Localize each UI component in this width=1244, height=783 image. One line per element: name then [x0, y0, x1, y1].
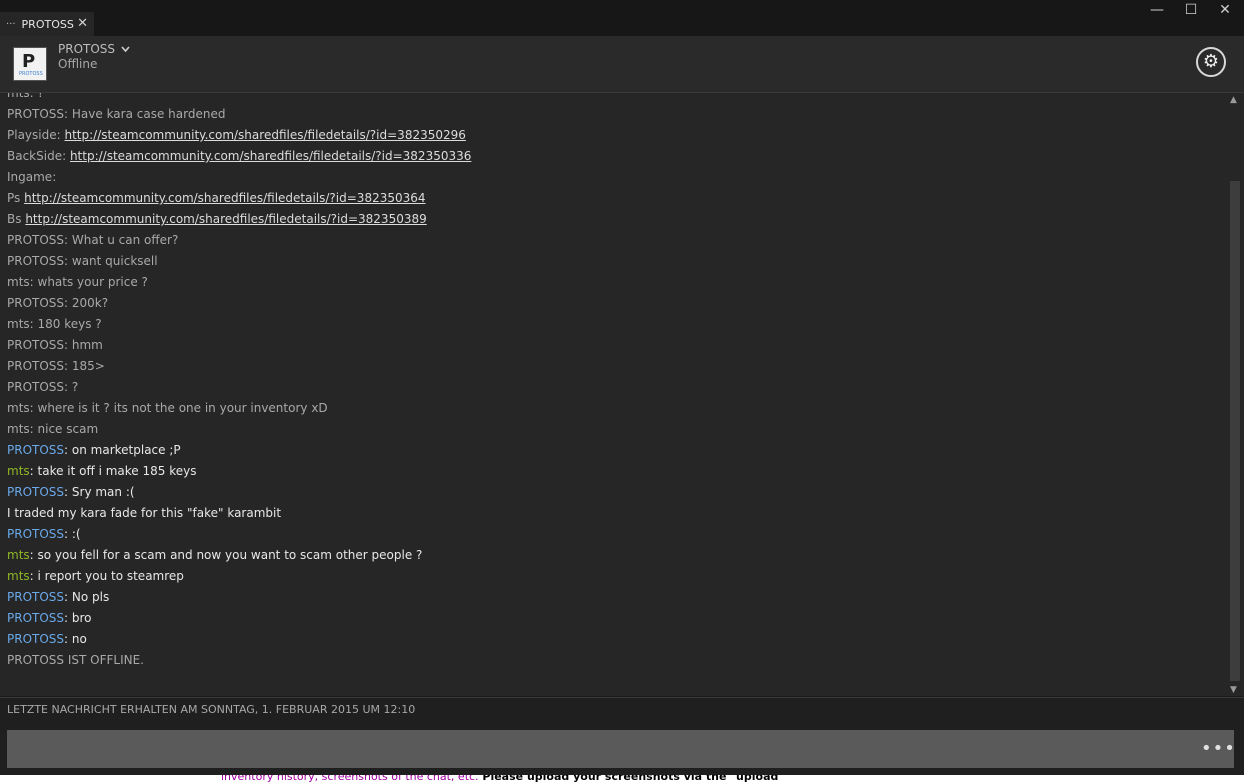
- avatar-logo-glyph: P: [22, 51, 36, 72]
- message-text: mts: ?: [7, 93, 44, 100]
- message-text: mts: whats your price ?: [7, 275, 148, 289]
- message-text: PROTOSS: want quicksell: [7, 254, 158, 268]
- message-text: : on marketplace ;P: [64, 443, 181, 457]
- chat-message: mts: where is it ? its not the one in yo…: [7, 398, 328, 419]
- chat-tab[interactable]: ··· PROTOSS ✕: [0, 12, 94, 36]
- background-page-peek: inventory history, screenshots of the ch…: [0, 775, 1244, 783]
- message-text: PROTOSS: Have kara case hardened: [7, 107, 226, 121]
- last-message-text: LETZTE NACHRICHT ERHALTEN AM SONNTAG, 1.…: [7, 703, 416, 716]
- chat-log[interactable]: mts: ? PROTOSS: Have kara case hardened Pl…: [0, 93, 1228, 696]
- tab-grip-icon[interactable]: ···: [6, 19, 16, 30]
- message-text: Bs: [7, 212, 26, 226]
- sender-name[interactable]: mts: [7, 464, 30, 478]
- chat-message: PROTOSS: 185>: [7, 356, 105, 377]
- chat-message: BackSide: http://steamcommunity.com/shar…: [7, 146, 471, 167]
- sender-name[interactable]: PROTOSS: [7, 590, 64, 604]
- title-bar: ··· PROTOSS ✕ — ☐ ✕: [0, 0, 1244, 36]
- chat-message: PROTOSS: 200k?: [7, 293, 108, 314]
- maximize-button[interactable]: ☐: [1180, 2, 1202, 18]
- chat-message: PROTOSS: ?: [7, 377, 78, 398]
- sender-name[interactable]: PROTOSS: [7, 632, 64, 646]
- message-link[interactable]: http://steamcommunity.com/sharedfiles/fi…: [70, 149, 471, 163]
- chat-message: Playside: http://steamcommunity.com/shar…: [7, 125, 466, 146]
- message-text: PROTOSS: hmm: [7, 338, 103, 352]
- chat-message: mts: so you fell for a scam and now you …: [7, 545, 422, 566]
- message-link[interactable]: http://steamcommunity.com/sharedfiles/fi…: [24, 191, 425, 205]
- sender-name[interactable]: mts: [7, 569, 30, 583]
- message-text: : Sry man :(: [64, 485, 135, 499]
- friend-status: Offline: [58, 57, 98, 71]
- message-text: PROTOSS: What u can offer?: [7, 233, 179, 247]
- chat-message: PROTOSS: on marketplace ;P: [7, 440, 181, 461]
- chat-message: mts: take it off i make 185 keys: [7, 461, 196, 482]
- message-text: : :(: [64, 527, 81, 541]
- chat-message: Bs http://steamcommunity.com/sharedfiles…: [7, 209, 427, 230]
- avatar[interactable]: P PROTOSS: [13, 47, 47, 81]
- avatar-logo-text: PROTOSS: [19, 71, 43, 77]
- chat-message: Ingame:: [7, 167, 56, 188]
- background-text-2: Please upload your screenshots via the "…: [478, 775, 779, 783]
- friend-header: P PROTOSS PROTOSS Offline ⚙: [0, 36, 1244, 93]
- chevron-down-icon: [121, 46, 130, 53]
- chat-message: mts: i report you to steamrep: [7, 566, 184, 587]
- message-text: BackSide:: [7, 149, 70, 163]
- chat-message: PROTOSS: want quicksell: [7, 251, 158, 272]
- chat-message: PROTOSS: :(: [7, 524, 81, 545]
- chat-message: PROTOSS: no: [7, 629, 87, 650]
- chat-message: mts: 180 keys ?: [7, 314, 102, 335]
- sender-name[interactable]: PROTOSS: [7, 485, 64, 499]
- tab-close-icon[interactable]: ✕: [77, 16, 88, 31]
- message-link[interactable]: http://steamcommunity.com/sharedfiles/fi…: [25, 212, 426, 226]
- message-text: mts: where is it ? its not the one in yo…: [7, 401, 328, 415]
- message-text: mts: 180 keys ?: [7, 317, 102, 331]
- chat-message: PROTOSS: What u can offer?: [7, 230, 178, 251]
- message-text: : take it off i make 185 keys: [29, 464, 197, 478]
- sender-name[interactable]: PROTOSS: [7, 527, 64, 541]
- minimize-button[interactable]: —: [1146, 2, 1168, 18]
- chat-message: PROTOSS: Sry man :(: [7, 482, 135, 503]
- message-text: Ps: [7, 191, 25, 205]
- message-text: : bro: [64, 611, 92, 625]
- scroll-up-icon[interactable]: ▲: [1230, 95, 1237, 105]
- sender-name[interactable]: PROTOSS: [7, 611, 64, 625]
- gear-icon: ⚙: [1202, 51, 1220, 72]
- message-text: : i report you to steamrep: [29, 569, 184, 583]
- chat-message: I traded my kara fade for this "fake" ka…: [7, 503, 281, 524]
- chat-message: mts: nice scam: [7, 419, 98, 440]
- message-composer: •••: [0, 722, 1244, 775]
- background-text-1: inventory history, screenshots of the ch…: [221, 775, 479, 783]
- chat-message: PROTOSS IST OFFLINE.: [7, 650, 144, 671]
- chat-message: PROTOSS: hmm: [7, 335, 103, 356]
- message-text: PROTOSS: ?: [7, 380, 79, 394]
- message-text: : No pls: [64, 590, 110, 604]
- message-text: I traded my kara fade for this "fake" ka…: [7, 506, 282, 520]
- message-text: Ingame:: [7, 170, 57, 184]
- message-text: PROTOSS: 185>: [7, 359, 105, 373]
- message-input[interactable]: [7, 730, 1234, 768]
- message-text: mts: nice scam: [7, 422, 99, 436]
- chat-message: Ps http://steamcommunity.com/sharedfiles…: [7, 188, 426, 209]
- message-text: PROTOSS: 200k?: [7, 296, 109, 310]
- chat-message: mts: whats your price ?: [7, 272, 148, 293]
- close-window-button[interactable]: ✕: [1214, 2, 1236, 18]
- chat-message: mts: ?: [7, 93, 44, 104]
- scroll-down-icon[interactable]: ▼: [1230, 685, 1237, 695]
- message-text: Playside:: [7, 128, 65, 142]
- sender-name[interactable]: PROTOSS: [7, 443, 64, 457]
- chat-message: PROTOSS: Have kara case hardened: [7, 104, 225, 125]
- settings-gear-button[interactable]: ⚙: [1196, 47, 1226, 77]
- message-text: PROTOSS IST OFFLINE.: [7, 653, 144, 667]
- tab-label: PROTOSS: [21, 17, 74, 31]
- scrollbar-thumb[interactable]: [1230, 181, 1240, 681]
- last-message-info: LETZTE NACHRICHT ERHALTEN AM SONNTAG, 1.…: [0, 697, 1244, 723]
- message-text: : no: [64, 632, 87, 646]
- friend-name-dropdown[interactable]: PROTOSS: [58, 42, 130, 56]
- friend-name: PROTOSS: [58, 42, 116, 56]
- message-text: : so you fell for a scam and now you wan…: [29, 548, 423, 562]
- message-link[interactable]: http://steamcommunity.com/sharedfiles/fi…: [64, 128, 465, 142]
- sender-name[interactable]: mts: [7, 548, 30, 562]
- chat-message: PROTOSS: No pls: [7, 587, 109, 608]
- chat-message: PROTOSS: bro: [7, 608, 92, 629]
- more-options-icon[interactable]: •••: [1201, 738, 1236, 759]
